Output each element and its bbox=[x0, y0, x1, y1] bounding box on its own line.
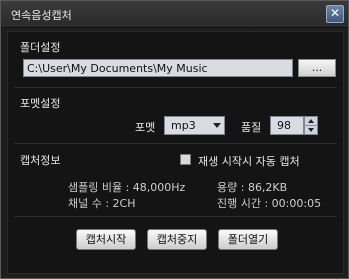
divider bbox=[14, 87, 337, 88]
folder-path-field[interactable]: C:\User\My Documents\My Music bbox=[23, 59, 293, 77]
sampling-rate: 샘플링 비율 : 48,000Hz bbox=[68, 181, 186, 194]
quality-up-button[interactable] bbox=[305, 117, 317, 125]
open-folder-button[interactable]: 폴더열기 bbox=[218, 229, 278, 250]
auto-capture-checkbox[interactable] bbox=[180, 154, 191, 165]
close-icon: ✕ bbox=[329, 6, 341, 20]
divider bbox=[14, 143, 337, 144]
chevron-up-icon bbox=[308, 119, 314, 123]
format-section-label: 포멧설정 bbox=[20, 97, 61, 110]
divider bbox=[14, 216, 337, 217]
capture-section-label: 캡처정보 bbox=[20, 154, 61, 167]
quality-label: 품질 bbox=[241, 121, 262, 134]
stop-capture-button[interactable]: 캡처중지 bbox=[147, 229, 207, 250]
quality-stepper[interactable] bbox=[304, 116, 318, 135]
window-title: 연속음성캡처 bbox=[11, 9, 72, 22]
format-label: 포멧 bbox=[135, 121, 156, 134]
channel-count: 채널 수 : 2CH bbox=[68, 197, 136, 210]
close-button[interactable]: ✕ bbox=[326, 5, 344, 23]
format-select[interactable]: mp3 bbox=[164, 116, 225, 135]
content-panel: 폴더설정 C:\User\My Documents\My Music ... 포… bbox=[7, 31, 344, 274]
auto-capture-label: 재생 시작시 자동 캡처 bbox=[198, 155, 300, 168]
start-capture-button[interactable]: 캡처시작 bbox=[76, 229, 136, 250]
quality-input[interactable]: 98 bbox=[270, 116, 304, 135]
chevron-down-icon bbox=[308, 128, 314, 132]
title-bar[interactable]: 연속음성캡처 ✕ bbox=[1, 1, 348, 28]
capture-window: 연속음성캡처 ✕ 폴더설정 C:\User\My Documents\My Mu… bbox=[0, 0, 349, 279]
capture-size: 용량 : 86,2KB bbox=[217, 181, 288, 194]
quality-down-button[interactable] bbox=[305, 125, 317, 134]
elapsed-time: 진행 시간 : 00:00:05 bbox=[217, 197, 322, 210]
browse-button[interactable]: ... bbox=[298, 59, 336, 77]
chevron-down-icon bbox=[213, 123, 221, 128]
folder-section-label: 폴더설정 bbox=[20, 41, 61, 54]
format-select-value: mp3 bbox=[171, 119, 196, 132]
